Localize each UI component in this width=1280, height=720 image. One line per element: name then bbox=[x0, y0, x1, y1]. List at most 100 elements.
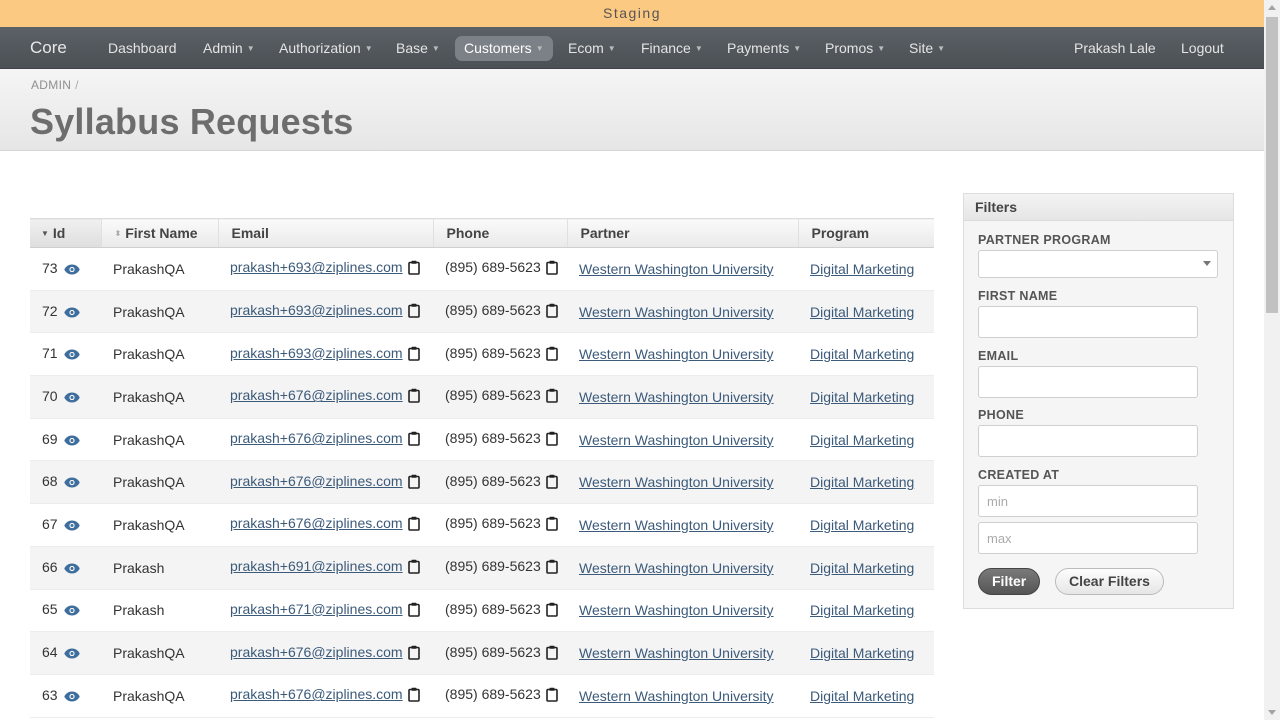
program-link[interactable]: Digital Marketing bbox=[810, 474, 914, 490]
email-link[interactable]: prakash+693@ziplines.com bbox=[230, 259, 403, 275]
phone-value: (895) 689-5623 bbox=[445, 387, 541, 404]
partner-link[interactable]: Western Washington University bbox=[579, 389, 774, 405]
eye-icon[interactable] bbox=[63, 305, 80, 321]
program-link[interactable]: Digital Marketing bbox=[810, 346, 914, 362]
clipboard-icon[interactable] bbox=[407, 431, 420, 449]
eye-icon[interactable] bbox=[63, 475, 80, 491]
created-at-min-input[interactable] bbox=[978, 485, 1198, 517]
email-link[interactable]: prakash+676@ziplines.com bbox=[230, 644, 403, 660]
column-header-id[interactable]: ▼ Id bbox=[30, 218, 101, 248]
filter-button[interactable]: Filter bbox=[978, 568, 1041, 595]
email-link[interactable]: prakash+671@ziplines.com bbox=[230, 601, 403, 617]
clipboard-icon[interactable] bbox=[545, 474, 558, 492]
clipboard-icon[interactable] bbox=[545, 303, 558, 321]
cell-email: prakash+671@ziplines.com bbox=[218, 589, 433, 633]
eye-icon[interactable] bbox=[63, 689, 80, 705]
partner-link[interactable]: Western Washington University bbox=[579, 432, 774, 448]
clipboard-icon[interactable] bbox=[545, 687, 558, 705]
eye-icon[interactable] bbox=[63, 390, 80, 406]
email-input[interactable] bbox=[978, 366, 1198, 398]
email-link[interactable]: prakash+693@ziplines.com bbox=[230, 345, 403, 361]
partner-link[interactable]: Western Washington University bbox=[579, 346, 774, 362]
eye-icon[interactable] bbox=[63, 603, 80, 619]
clipboard-icon[interactable] bbox=[407, 602, 420, 620]
email-link[interactable]: prakash+676@ziplines.com bbox=[230, 473, 403, 489]
partner-link[interactable]: Western Washington University bbox=[579, 304, 774, 320]
nav-payments[interactable]: Payments ▼ bbox=[718, 36, 810, 61]
clipboard-icon[interactable] bbox=[545, 516, 558, 534]
eye-icon[interactable] bbox=[63, 518, 80, 534]
nav-dashboard[interactable]: Dashboard bbox=[99, 36, 186, 61]
table-row: 64 PrakashQA prakash+676@ziplines.com (895)… bbox=[30, 631, 934, 675]
eye-icon[interactable] bbox=[63, 433, 80, 449]
program-link[interactable]: Digital Marketing bbox=[810, 560, 914, 576]
partner-link[interactable]: Western Washington University bbox=[579, 560, 774, 576]
nav-admin[interactable]: Admin ▼ bbox=[194, 36, 264, 61]
clipboard-icon[interactable] bbox=[407, 645, 420, 663]
email-link[interactable]: prakash+676@ziplines.com bbox=[230, 387, 403, 403]
eye-icon[interactable] bbox=[63, 561, 80, 577]
clipboard-icon[interactable] bbox=[545, 346, 558, 364]
nav-customers[interactable]: Customers ▼ bbox=[455, 36, 553, 61]
clipboard-icon[interactable] bbox=[407, 303, 420, 321]
email-link[interactable]: prakash+691@ziplines.com bbox=[230, 558, 403, 574]
clear-filters-button[interactable]: Clear Filters bbox=[1055, 568, 1164, 595]
program-link[interactable]: Digital Marketing bbox=[810, 645, 914, 661]
clipboard-icon[interactable] bbox=[545, 602, 558, 620]
nav-site[interactable]: Site ▼ bbox=[900, 36, 954, 61]
partner-link[interactable]: Western Washington University bbox=[579, 261, 774, 277]
email-link[interactable]: prakash+676@ziplines.com bbox=[230, 515, 403, 531]
nav-ecom[interactable]: Ecom ▼ bbox=[559, 36, 625, 61]
partner-program-select[interactable] bbox=[978, 250, 1218, 278]
nav-finance[interactable]: Finance ▼ bbox=[632, 36, 712, 61]
scrollbar-thumb[interactable] bbox=[1266, 17, 1278, 313]
logout-link[interactable]: Logout bbox=[1172, 36, 1233, 61]
breadcrumb-admin-link[interactable]: ADMIN bbox=[31, 78, 71, 92]
cell-first-name: PrakashQA bbox=[101, 631, 218, 675]
email-link[interactable]: prakash+676@ziplines.com bbox=[230, 430, 403, 446]
clipboard-icon[interactable] bbox=[545, 431, 558, 449]
nav-promos[interactable]: Promos ▼ bbox=[816, 36, 894, 61]
partner-link[interactable]: Western Washington University bbox=[579, 517, 774, 533]
created-at-max-input[interactable] bbox=[978, 522, 1198, 554]
clipboard-icon[interactable] bbox=[407, 388, 420, 406]
phone-input[interactable] bbox=[978, 425, 1198, 457]
eye-icon[interactable] bbox=[63, 347, 80, 363]
partner-link[interactable]: Western Washington University bbox=[579, 645, 774, 661]
cell-partner: Western Washington University bbox=[567, 674, 798, 718]
scroll-up-arrow-icon[interactable] bbox=[1268, 5, 1276, 10]
program-link[interactable]: Digital Marketing bbox=[810, 389, 914, 405]
clipboard-icon[interactable] bbox=[545, 559, 558, 577]
clipboard-icon[interactable] bbox=[545, 260, 558, 278]
program-link[interactable]: Digital Marketing bbox=[810, 304, 914, 320]
partner-link[interactable]: Western Washington University bbox=[579, 688, 774, 704]
nav-base[interactable]: Base ▼ bbox=[387, 36, 449, 61]
program-link[interactable]: Digital Marketing bbox=[810, 432, 914, 448]
clipboard-icon[interactable] bbox=[407, 346, 420, 364]
brand-link[interactable]: Core bbox=[30, 27, 67, 69]
clipboard-icon[interactable] bbox=[407, 687, 420, 705]
partner-link[interactable]: Western Washington University bbox=[579, 602, 774, 618]
partner-link[interactable]: Western Washington University bbox=[579, 474, 774, 490]
clipboard-icon[interactable] bbox=[407, 516, 420, 534]
eye-icon[interactable] bbox=[63, 262, 80, 278]
program-link[interactable]: Digital Marketing bbox=[810, 602, 914, 618]
clipboard-icon[interactable] bbox=[545, 388, 558, 406]
clipboard-icon[interactable] bbox=[407, 559, 420, 577]
program-link[interactable]: Digital Marketing bbox=[810, 517, 914, 533]
email-link[interactable]: prakash+693@ziplines.com bbox=[230, 302, 403, 318]
clipboard-icon[interactable] bbox=[545, 645, 558, 663]
cell-first-name: PrakashQA bbox=[101, 503, 218, 547]
email-link[interactable]: prakash+676@ziplines.com bbox=[230, 686, 403, 702]
nav-authorization[interactable]: Authorization ▼ bbox=[270, 36, 382, 61]
eye-icon[interactable] bbox=[63, 646, 80, 662]
first-name-input[interactable] bbox=[978, 306, 1198, 338]
program-link[interactable]: Digital Marketing bbox=[810, 688, 914, 704]
clipboard-icon[interactable] bbox=[407, 474, 420, 492]
scroll-down-arrow-icon[interactable] bbox=[1268, 710, 1276, 715]
column-header-first-name[interactable]: ⬍ First Name bbox=[100, 218, 218, 248]
clipboard-icon[interactable] bbox=[407, 260, 420, 278]
program-link[interactable]: Digital Marketing bbox=[810, 261, 914, 277]
vertical-scrollbar[interactable] bbox=[1264, 0, 1280, 720]
user-menu-link[interactable]: Prakash Lale bbox=[1065, 36, 1165, 61]
